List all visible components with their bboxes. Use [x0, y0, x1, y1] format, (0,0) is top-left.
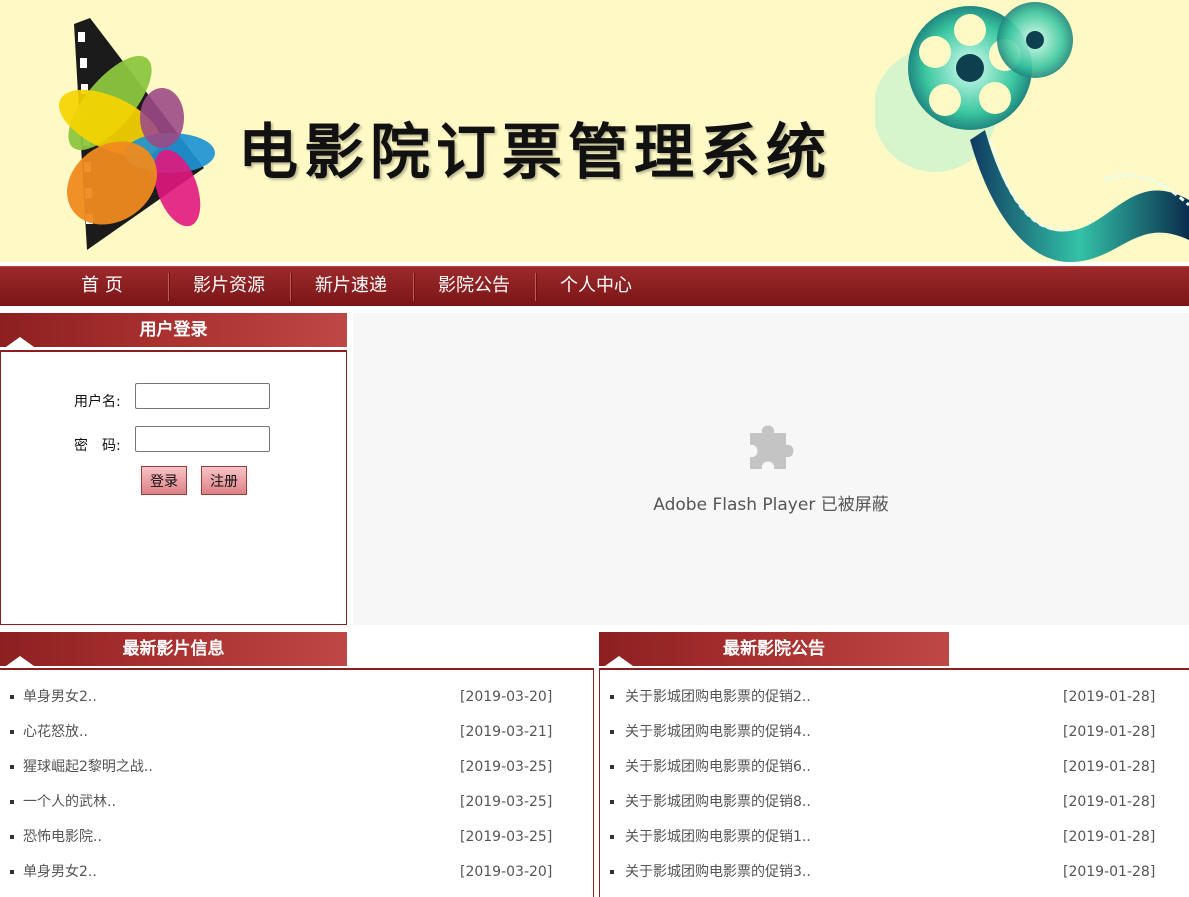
main-nav: 首 页 影片资源 新片速递 影院公告 个人中心 — [0, 266, 1189, 306]
notice-title[interactable]: 关于影城团购电影票的促销2.. — [625, 685, 811, 709]
username-input[interactable] — [135, 383, 270, 409]
list-item: 单身男女2.. [2019-03-20] — [0, 860, 593, 884]
notices-heading: 最新影院公告 — [723, 639, 825, 659]
password-label: 密 码: — [74, 438, 121, 454]
movies-list: 单身男女2.. [2019-03-20] 心花怒放.. [2019-03-21]… — [0, 668, 594, 897]
list-item: 恐怖电影院.. [2019-03-25] — [0, 825, 593, 849]
puzzle-piece-icon — [750, 425, 794, 469]
bullet-icon — [610, 800, 614, 804]
flash-placeholder[interactable]: Adobe Flash Player 已被屏蔽 — [353, 313, 1189, 625]
notice-date: [2019-01-28] — [1063, 829, 1156, 845]
bullet-icon — [610, 765, 614, 769]
bullet-icon — [10, 695, 14, 699]
password-input[interactable] — [135, 426, 270, 452]
notice-date: [2019-01-28] — [1063, 864, 1156, 880]
notice-title[interactable]: 关于影城团购电影票的促销3.. — [625, 860, 811, 884]
movie-title[interactable]: 单身男女2.. — [23, 685, 97, 709]
movies-heading: 最新影片信息 — [122, 639, 225, 659]
nav-divider — [290, 273, 291, 301]
notices-heading-bar: 最新影院公告 — [599, 632, 949, 666]
username-label: 用户名: — [74, 394, 121, 410]
bullet-icon — [610, 730, 614, 734]
list-item: 关于影城团购电影票的促销2.. [2019-01-28] — [600, 685, 1189, 709]
movie-date: [2019-03-25] — [460, 759, 553, 775]
bullet-icon — [10, 800, 14, 804]
nav-item-profile[interactable]: 个人中心 — [537, 267, 655, 307]
list-item: 心花怒放.. [2019-03-21] — [0, 720, 593, 744]
notice-date: [2019-01-28] — [1063, 689, 1156, 705]
notice-title[interactable]: 关于影城团购电影票的促销8.. — [625, 790, 811, 814]
bullet-icon — [10, 730, 14, 734]
movies-heading-bar: 最新影片信息 — [0, 632, 347, 666]
notice-title[interactable]: 关于影城团购电影票的促销4.. — [625, 720, 811, 744]
movie-date: [2019-03-21] — [460, 724, 553, 740]
nav-item-new-releases[interactable]: 新片速递 — [292, 267, 410, 307]
list-item: 关于影城团购电影票的促销1.. [2019-01-28] — [600, 825, 1189, 849]
list-item: 猩球崛起2黎明之战.. [2019-03-25] — [0, 755, 593, 779]
movie-date: [2019-03-25] — [460, 829, 553, 845]
heading-notch — [6, 337, 34, 347]
nav-item-home[interactable]: 首 页 — [42, 267, 162, 307]
bullet-icon — [610, 695, 614, 699]
flash-blocked-message: Adobe Flash Player 已被屏蔽 — [653, 495, 889, 515]
notice-title[interactable]: 关于影城团购电影票的促销6.. — [625, 755, 811, 779]
list-item: 关于影城团购电影票的促销4.. [2019-01-28] — [600, 720, 1189, 744]
list-item: 单身男女2.. [2019-03-20] — [0, 685, 593, 709]
login-heading: 用户登录 — [139, 320, 208, 340]
notice-date: [2019-01-28] — [1063, 759, 1156, 775]
list-item: 关于影城团购电影票的促销8.. [2019-01-28] — [600, 790, 1189, 814]
login-panel: 用户名: 密 码: 登录 注册 — [0, 350, 347, 625]
movie-title[interactable]: 单身男女2.. — [23, 860, 97, 884]
site-banner: 电影院订票管理系统 — [0, 0, 1189, 262]
list-item: 关于影城团购电影票的促销3.. [2019-01-28] — [600, 860, 1189, 884]
movie-date: [2019-03-25] — [460, 794, 553, 810]
bullet-icon — [10, 870, 14, 874]
nav-item-notices[interactable]: 影院公告 — [415, 267, 533, 307]
notices-list: 关于影城团购电影票的促销2.. [2019-01-28] 关于影城团购电影票的促… — [599, 668, 1189, 897]
movie-title[interactable]: 恐怖电影院.. — [23, 825, 102, 849]
bullet-icon — [610, 835, 614, 839]
nav-item-movies[interactable]: 影片资源 — [170, 267, 288, 307]
notice-date: [2019-01-28] — [1063, 724, 1156, 740]
movie-date: [2019-03-20] — [460, 689, 553, 705]
list-item: 关于影城团购电影票的促销6.. [2019-01-28] — [600, 755, 1189, 779]
movie-title[interactable]: 一个人的武林.. — [23, 790, 116, 814]
site-title: 电影院订票管理系统 — [238, 118, 832, 188]
movie-title[interactable]: 心花怒放.. — [23, 720, 88, 744]
notice-title[interactable]: 关于影城团购电影票的促销1.. — [625, 825, 811, 849]
bullet-icon — [610, 870, 614, 874]
login-heading-bar: 用户登录 — [0, 313, 347, 347]
bullet-icon — [10, 835, 14, 839]
heading-notch — [605, 656, 633, 666]
list-item: 一个人的武林.. [2019-03-25] — [0, 790, 593, 814]
nav-divider — [168, 273, 169, 301]
login-button[interactable]: 登录 — [141, 466, 187, 495]
bullet-icon — [10, 765, 14, 769]
nav-divider — [413, 273, 414, 301]
movie-date: [2019-03-20] — [460, 864, 553, 880]
film-reel-icon — [875, 2, 1189, 262]
heading-notch — [6, 656, 34, 666]
nav-divider — [535, 273, 536, 301]
movie-title[interactable]: 猩球崛起2黎明之战.. — [23, 755, 153, 779]
register-button[interactable]: 注册 — [201, 466, 247, 495]
film-strip-flower-logo-icon — [58, 18, 215, 250]
notice-date: [2019-01-28] — [1063, 794, 1156, 810]
